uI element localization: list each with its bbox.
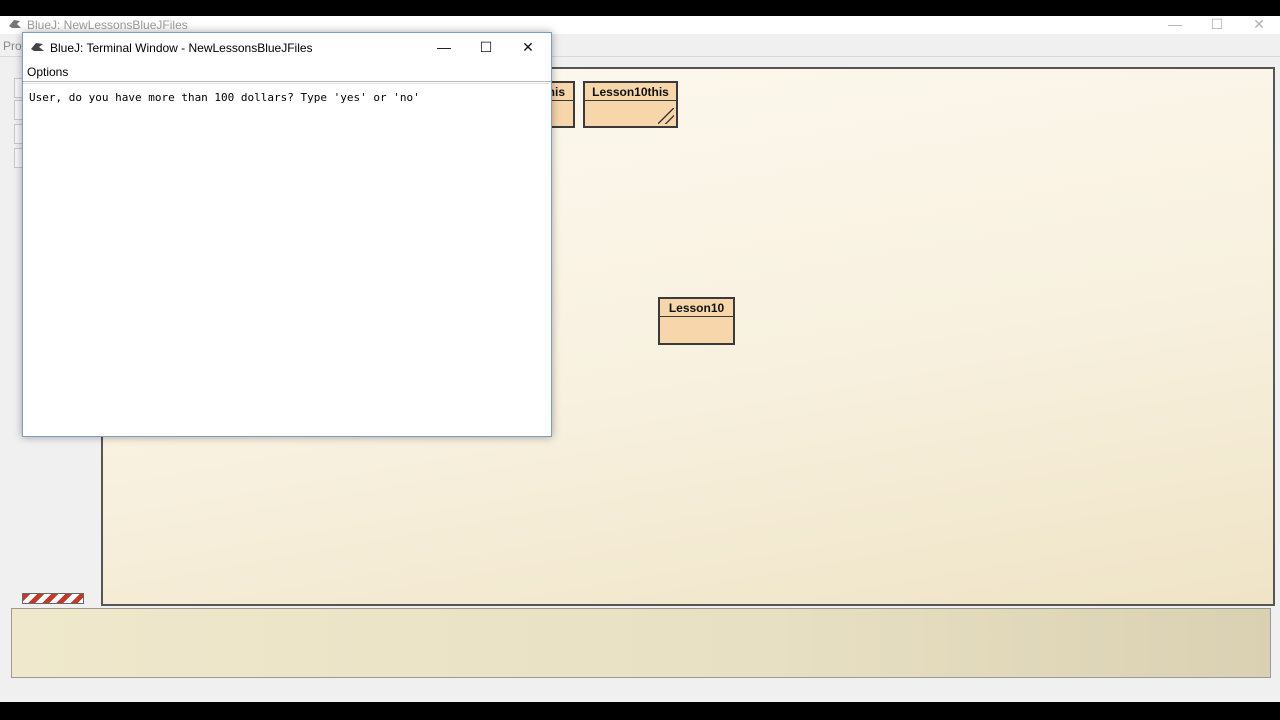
status-message-area (11, 608, 1271, 678)
terminal-window-title: BlueJ: Terminal Window - NewLessonsBlueJ… (50, 41, 313, 55)
menu-project[interactable]: Pro (3, 39, 22, 53)
terminal-output-area[interactable]: User, do you have more than 100 dollars?… (23, 83, 549, 434)
terminal-close-button[interactable]: ✕ (507, 33, 549, 61)
main-close-button[interactable]: ✕ (1238, 16, 1280, 34)
menu-options[interactable]: Options (27, 65, 68, 79)
class-name: Lesson10this (592, 85, 669, 99)
main-maximize-button[interactable]: ☐ (1196, 16, 1238, 34)
class-box-lesson10this[interactable]: Lesson10this (583, 81, 678, 128)
bluej-app-icon (8, 18, 22, 33)
class-box-lesson10[interactable]: Lesson10 (658, 297, 735, 345)
terminal-minimize-button[interactable]: — (423, 33, 465, 61)
machine-activity-indicator[interactable] (22, 593, 84, 604)
main-minimize-button[interactable]: — (1154, 16, 1196, 34)
main-window-title: BlueJ: NewLessonsBlueJFiles (27, 18, 188, 32)
class-name: Lesson10 (668, 301, 725, 315)
uncompiled-hatch-icon (658, 108, 674, 124)
terminal-maximize-button[interactable]: ☐ (465, 33, 507, 61)
terminal-window[interactable]: BlueJ: Terminal Window - NewLessonsBlueJ… (22, 32, 552, 437)
terminal-titlebar[interactable]: BlueJ: Terminal Window - NewLessonsBlueJ… (23, 33, 551, 61)
terminal-output-line: User, do you have more than 100 dollars?… (29, 91, 420, 104)
bluej-app-icon (30, 40, 45, 58)
class-divider (660, 316, 733, 317)
terminal-menubar: Options (23, 61, 551, 82)
class-divider (585, 100, 676, 101)
bottom-strip (0, 680, 1280, 702)
